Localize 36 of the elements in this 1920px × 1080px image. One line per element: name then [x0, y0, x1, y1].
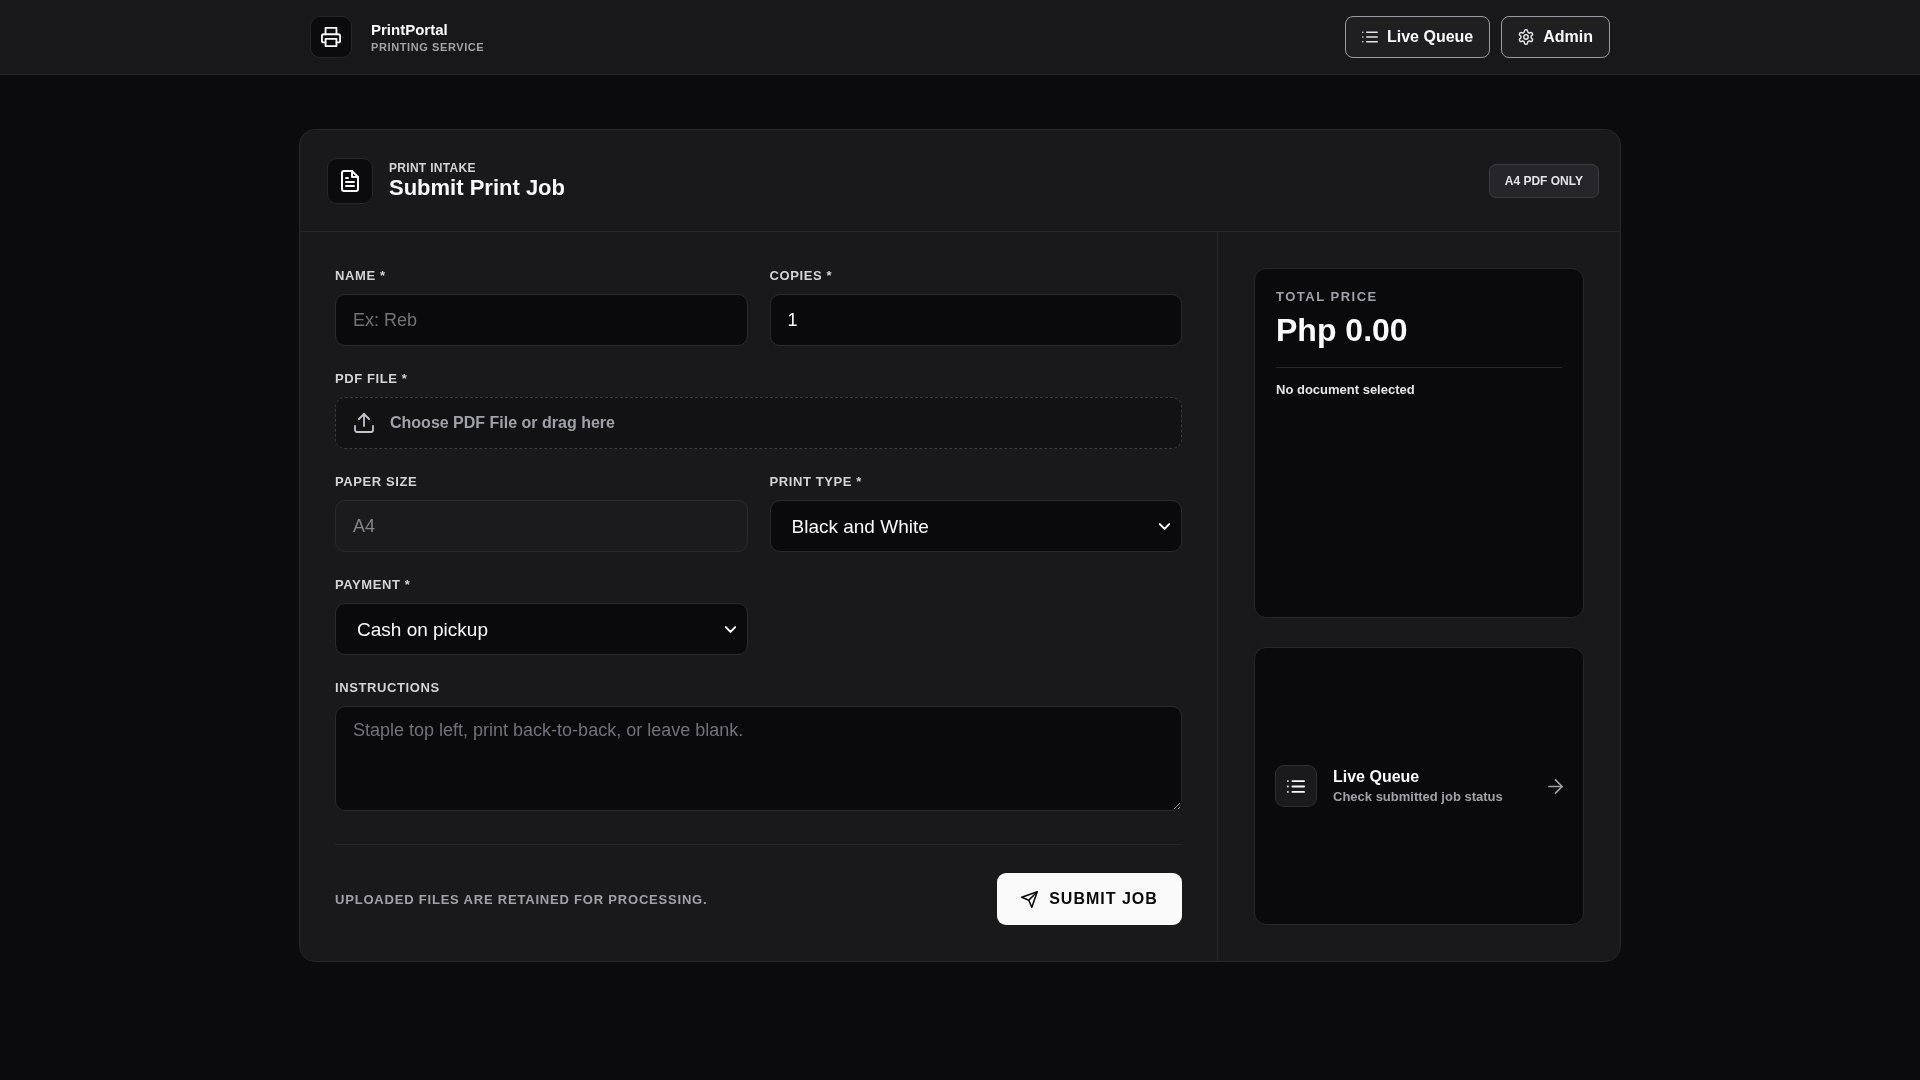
text-field[interactable]: 1 — [769, 294, 1182, 346]
field-label: PDF FILE * — [335, 371, 409, 387]
list-icon — [1361, 29, 1378, 45]
document-status: No document selected — [1276, 382, 1416, 397]
format-badge: A4 PDF ONLY — [1488, 163, 1599, 198]
section-eyebrow: PRINT INTAKE — [389, 160, 477, 175]
brand-subtitle: PRINTING SERVICE — [371, 41, 485, 53]
select-field[interactable]: Black and White — [769, 500, 1182, 552]
brand-title: PrintPortal — [371, 21, 449, 38]
field-label: COPIES * — [769, 268, 834, 284]
price-label: TOTAL PRICE — [1276, 289, 1379, 304]
file-drop-field[interactable]: Choose PDF File or drag here — [335, 397, 1182, 449]
settings-icon — [1518, 29, 1535, 45]
live-queue-button[interactable]: Live Queue — [1344, 16, 1491, 58]
text-field[interactable]: Ex: Reb — [335, 294, 748, 346]
instructions-field[interactable]: Staple top left, print back-to-back, or leave blank. — [335, 706, 1182, 811]
list-icon — [1275, 765, 1317, 807]
retention-note: UPLOADED FILES ARE RETAINED FOR PROCESSING. — [335, 891, 708, 907]
field-label: PRINT TYPE * — [769, 474, 863, 490]
field-label: PAYMENT * — [335, 577, 412, 593]
select-field[interactable]: Cash on pickup — [335, 603, 748, 655]
upload-icon — [354, 413, 374, 433]
card-title: Submit Print Job — [389, 175, 565, 201]
field-label: INSTRUCTIONS — [335, 680, 441, 696]
arrow-right-icon — [1548, 778, 1563, 794]
live-queue-link[interactable]: Live Queue Check submitted job status — [1275, 765, 1563, 807]
submit-button[interactable]: SUBMIT JOB — [997, 873, 1182, 925]
printer-icon — [310, 16, 352, 58]
field-label: NAME * — [335, 268, 387, 284]
send-icon — [1021, 890, 1039, 908]
chevron-down-icon — [1159, 523, 1170, 530]
field-label: PAPER SIZE — [335, 474, 419, 490]
chevron-down-icon — [724, 626, 736, 633]
admin-button[interactable]: Admin — [1501, 16, 1610, 58]
document-icon — [327, 157, 373, 204]
price-amount: Php 0.00 — [1276, 311, 1409, 349]
